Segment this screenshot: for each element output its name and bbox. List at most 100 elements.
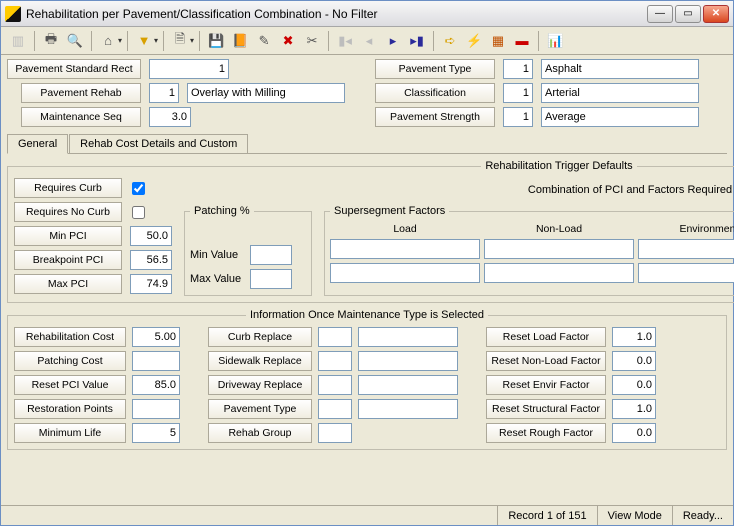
ss-max-nonload[interactable] — [484, 263, 634, 283]
min-pci-input[interactable] — [130, 226, 172, 246]
rehab-group-label[interactable]: Rehab Group — [208, 423, 312, 443]
pavement-type2-label[interactable]: Pavement Type — [208, 399, 312, 419]
ss-max-load[interactable] — [330, 263, 480, 283]
patching-cost-label[interactable]: Patching Cost — [14, 351, 126, 371]
reset-struct-input[interactable] — [612, 399, 656, 419]
curb-replace-desc[interactable] — [358, 327, 458, 347]
supersegment-legend: Supersegment Factors — [330, 205, 449, 217]
rehab-group-input[interactable] — [318, 423, 352, 443]
min-life-label[interactable]: Minimum Life — [14, 423, 126, 443]
min-pci-label[interactable]: Min PCI — [14, 226, 122, 246]
app-icon — [5, 6, 21, 22]
document-icon[interactable]: ▥ — [7, 30, 29, 52]
sidewalk-replace-code[interactable] — [318, 351, 352, 371]
pavement-strength-desc[interactable] — [541, 107, 699, 127]
pavement-strength-label[interactable]: Pavement Strength — [375, 107, 495, 127]
print-icon[interactable]: 🖶 — [40, 30, 62, 52]
chart-icon[interactable]: 📊 — [544, 30, 566, 52]
sidewalk-replace-label[interactable]: Sidewalk Replace — [208, 351, 312, 371]
restoration-pts-label[interactable]: Restoration Points — [14, 399, 126, 419]
driveway-replace-code[interactable] — [318, 375, 352, 395]
ss-min-nonload[interactable] — [484, 239, 634, 259]
bolt-icon[interactable]: ⚡ — [463, 30, 485, 52]
ss-min-env[interactable] — [638, 239, 734, 259]
reset-nonload-label[interactable]: Reset Non-Load Factor — [486, 351, 606, 371]
close-button[interactable]: ✕ — [703, 5, 729, 23]
pavement-type-desc[interactable] — [541, 59, 699, 79]
pavement-std-value[interactable] — [149, 59, 229, 79]
pavement-type-label[interactable]: Pavement Type — [375, 59, 495, 79]
rehab-cost-label[interactable]: Rehabilitation Cost — [14, 327, 126, 347]
next-icon[interactable]: ▸ — [382, 30, 404, 52]
pavement-type2-desc[interactable] — [358, 399, 458, 419]
pavement-std-label[interactable]: Pavement Standard Rect — [7, 59, 141, 79]
reset-rough-input[interactable] — [612, 423, 656, 443]
patch-max-input[interactable] — [250, 269, 292, 289]
combo-label: Combination of PCI and Factors Required — [528, 184, 732, 196]
reset-pci-label[interactable]: Reset PCI Value — [14, 375, 126, 395]
prev-icon[interactable]: ◂ — [358, 30, 380, 52]
filter-icon[interactable]: ▼ — [133, 30, 155, 52]
reset-nonload-input[interactable] — [612, 351, 656, 371]
classification-value[interactable] — [503, 83, 533, 103]
reset-envir-label[interactable]: Reset Envir Factor — [486, 375, 606, 395]
reset-rough-label[interactable]: Reset Rough Factor — [486, 423, 606, 443]
tab-rehab-cost[interactable]: Rehab Cost Details and Custom — [69, 134, 248, 153]
reset-pci-input[interactable] — [132, 375, 180, 395]
pavement-type-value[interactable] — [503, 59, 533, 79]
ss-max-env[interactable] — [638, 263, 734, 283]
new-icon[interactable]: 🗎 — [169, 30, 191, 52]
pavement-strength-value[interactable] — [503, 107, 533, 127]
print-preview-icon[interactable]: 🔍 — [64, 30, 86, 52]
titlebar: Rehabilitation per Pavement/Classificati… — [1, 1, 733, 27]
requires-no-curb-checkbox[interactable] — [132, 206, 145, 219]
classification-label[interactable]: Classification — [375, 83, 495, 103]
pavement-rehab-desc[interactable] — [187, 83, 345, 103]
ss-min-load[interactable] — [330, 239, 480, 259]
sidewalk-replace-desc[interactable] — [358, 351, 458, 371]
delete-icon[interactable]: ✖ — [277, 30, 299, 52]
curb-replace-label[interactable]: Curb Replace — [208, 327, 312, 347]
save-icon[interactable]: 💾 — [205, 30, 227, 52]
arrow-right-icon[interactable]: ➪ — [439, 30, 461, 52]
window-icon[interactable]: ▦ — [487, 30, 509, 52]
curb-replace-code[interactable] — [318, 327, 352, 347]
maint-seq-value[interactable] — [149, 107, 191, 127]
maximize-button[interactable]: ▭ — [675, 5, 701, 23]
driveway-replace-label[interactable]: Driveway Replace — [208, 375, 312, 395]
requires-curb-label[interactable]: Requires Curb — [14, 178, 122, 198]
reset-envir-input[interactable] — [612, 375, 656, 395]
info-legend: Information Once Maintenance Type is Sel… — [246, 309, 488, 321]
requires-no-curb-label[interactable]: Requires No Curb — [14, 202, 122, 222]
pavement-rehab-label[interactable]: Pavement Rehab — [21, 83, 141, 103]
breakpoint-pci-input[interactable] — [130, 250, 172, 270]
last-icon[interactable]: ▸▮ — [406, 30, 428, 52]
min-life-input[interactable] — [132, 423, 180, 443]
reset-load-input[interactable] — [612, 327, 656, 347]
classification-desc[interactable] — [541, 83, 699, 103]
breakpoint-pci-label[interactable]: Breakpoint PCI — [14, 250, 122, 270]
patching-cost-input[interactable] — [132, 351, 180, 371]
requires-curb-checkbox[interactable] — [132, 182, 145, 195]
reset-load-label[interactable]: Reset Load Factor — [486, 327, 606, 347]
rehab-cost-input[interactable] — [132, 327, 180, 347]
pavement-rehab-value[interactable] — [149, 83, 179, 103]
max-pci-label[interactable]: Max PCI — [14, 274, 122, 294]
tool-icon[interactable]: ▬ — [511, 30, 533, 52]
first-icon[interactable]: ▮◂ — [334, 30, 356, 52]
home-icon[interactable]: ⌂ — [97, 30, 119, 52]
cut-icon[interactable]: ✂ — [301, 30, 323, 52]
reset-struct-label[interactable]: Reset Structural Factor — [486, 399, 606, 419]
driveway-replace-desc[interactable] — [358, 375, 458, 395]
max-pci-input[interactable] — [130, 274, 172, 294]
pavement-type2-code[interactable] — [318, 399, 352, 419]
restoration-pts-input[interactable] — [132, 399, 180, 419]
minimize-button[interactable]: — — [647, 5, 673, 23]
status-record: Record 1 of 151 — [497, 506, 596, 525]
header-row-1: Pavement Standard Rect Pavement Rehab Ma… — [7, 59, 727, 127]
patch-min-input[interactable] — [250, 245, 292, 265]
maint-seq-label[interactable]: Maintenance Seq — [21, 107, 141, 127]
tab-general[interactable]: General — [7, 134, 68, 154]
book-icon[interactable]: 📙 — [229, 30, 251, 52]
edit-icon[interactable]: ✎ — [253, 30, 275, 52]
